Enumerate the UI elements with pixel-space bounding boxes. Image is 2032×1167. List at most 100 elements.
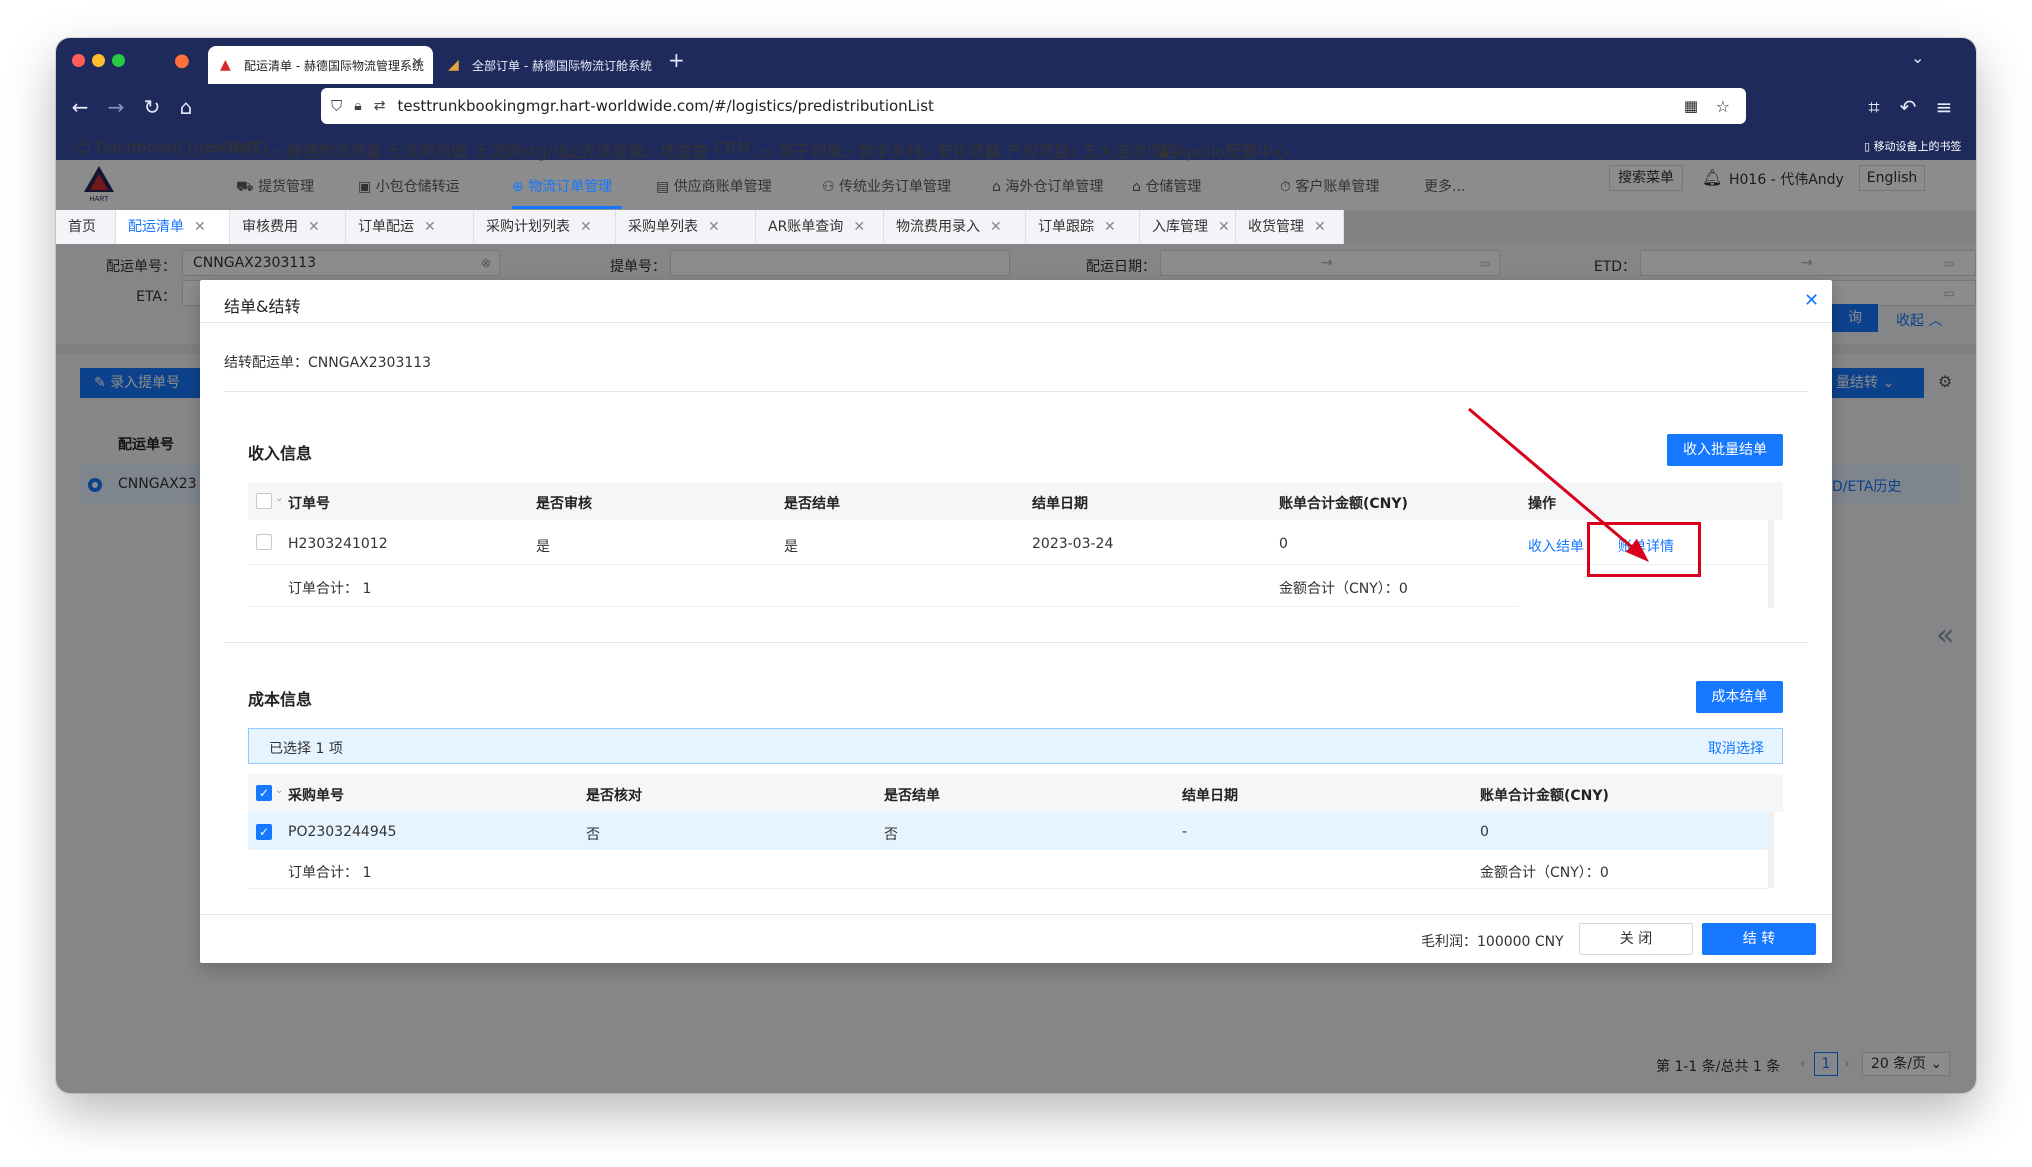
menu-item-label: 物流订单管理 [528,179,613,195]
bookmark-star-icon[interactable]: ☆ [1716,97,1730,116]
menu-item[interactable]: ⊕ 物流订单管理 [512,176,612,196]
url-bar[interactable]: ⛉ 🔒︎ ⇄ testtrunkbookingmgr.hart-worldwid… [321,88,1746,124]
menu-item[interactable]: 更多... [1424,176,1465,196]
income-order-total: 订单合计： 1 [288,578,371,598]
income-col-closed: 是否结单 [784,496,840,512]
page-tab[interactable]: 收货管理 ✕ [1236,210,1344,244]
page-tab[interactable]: 订单跟踪 ✕ [1026,210,1140,244]
close-tab-icon[interactable]: ✕ [411,55,423,71]
cost-col-po-no: 采购单号 [288,788,344,804]
income-select-all-checkbox[interactable] [256,493,272,509]
new-tab-icon[interactable]: + [668,48,685,72]
transfer-button[interactable]: 结 转 [1702,923,1816,955]
page-tab[interactable]: 审核费用 ✕ [230,210,346,244]
url-text[interactable]: testtrunkbookingmgr.hart-worldwide.com/#… [397,97,933,115]
home-icon: ⌂ [992,179,1006,195]
menu-icon[interactable]: ≡ [1932,96,1956,118]
page-tab-label: AR账单查询 [768,219,844,235]
close-tab-icon[interactable]: ✕ [424,219,436,235]
income-col-audited: 是否审核 [536,496,592,512]
amount-total-label: 金额合计（CNY）： [1480,865,1600,881]
page-tab[interactable]: 采购单列表 ✕ [616,210,756,244]
bookmark-item[interactable]: ▭ CRM [694,138,750,157]
bookmark-label: 产权项目 [1006,142,1071,161]
bookmark-item[interactable]: ▭ 土流网测试 [366,138,466,162]
undo-icon[interactable]: ↶ [1896,96,1920,118]
bookmark-item[interactable]: ▭ 赫德物流项目 [266,138,382,162]
org-icon: ⚇ [822,179,840,195]
menu-item-label: 供应商账单管理 [673,179,772,195]
bookmark-item[interactable]: ♟ Apollo配置中心 [1156,138,1289,162]
home-icon[interactable]: ⌂ [174,96,198,118]
cost-scrollbar[interactable] [1768,812,1774,888]
table-row[interactable] [248,812,1768,850]
reload-icon[interactable]: ↻ [140,96,164,118]
bookmark-item[interactable]: ▭ TAPD [206,138,268,157]
cost-row-checkbox[interactable]: ✓ [256,824,272,840]
page-tab[interactable]: AR账单查询 ✕ [756,210,884,244]
chevron-down-icon[interactable]: ⌄ [275,785,283,796]
close-tab-icon[interactable]: ✕ [853,219,865,235]
page-tab[interactable]: 订单配运 ✕ [346,210,474,244]
minimize-window-button[interactable] [92,54,105,67]
bookmark-item[interactable]: ▭ 农场管家 [560,138,644,162]
cost-select-all-checkbox[interactable]: ✓ [256,785,272,801]
cost-section-title: 成本信息 [248,690,313,709]
close-tab-icon[interactable]: ✕ [194,219,206,235]
selected-suffix: 项 [328,741,343,757]
selection-alert [248,728,1783,764]
close-button[interactable]: 关 闭 [1579,923,1693,955]
close-tab-icon[interactable]: ✕ [1314,219,1326,235]
menu-item[interactable]: ⏱ 客户账单管理 [1280,176,1379,196]
summary-divider [248,606,1518,607]
modal-close-icon[interactable]: ✕ [1804,290,1819,311]
modal-header-divider [200,322,1832,323]
bookmark-item[interactable]: ▭ 数字乡村 [838,138,922,162]
income-col-amount: 账单合计金额(CNY) [1279,496,1408,512]
browser-tab-active[interactable]: ▲ 配运清单 - 赫德国际物流管理系统 ✕ [208,46,433,84]
close-tab-icon[interactable]: ✕ [990,219,1002,235]
close-tab-icon[interactable]: ✕ [1104,219,1116,235]
page-tab[interactable]: 配运清单 ✕ [116,210,230,244]
page-tab[interactable]: 入库管理 ✕ [1140,210,1236,244]
menu-item[interactable]: ⌂ 仓储管理 [1132,176,1201,196]
close-tab-icon[interactable]: ✕ [1218,219,1230,235]
close-tab-icon[interactable]: ✕ [308,219,320,235]
page-tab[interactable]: 采购计划列表 ✕ [474,210,616,244]
menu-item[interactable]: ⌂ 海外仓订单管理 [992,176,1103,196]
box-icon: ▣ [358,179,376,195]
qr-code-icon[interactable]: ▦ [1684,97,1698,115]
close-tab-icon[interactable]: ✕ [580,219,592,235]
page-tab-label: 审核费用 [242,219,298,235]
menu-item[interactable]: ▤ 供应商账单管理 [656,176,772,196]
back-icon[interactable]: ← [68,96,92,118]
zoom-window-button[interactable] [112,54,125,67]
cost-close-button[interactable]: 成本结单 [1696,681,1783,713]
mobile-bookmarks[interactable]: ▯ 移动设备上的书签 [1864,138,1962,154]
browser-tab-inactive[interactable]: ◢ 全部订单 - 赫德国际物流订舱系统 [436,46,661,84]
menu-item[interactable]: ▣ 小包仓储转运 [358,176,460,196]
modal-title: 结单&结转 [224,297,301,316]
mobile-bookmarks-label: 移动设备上的书签 [1873,140,1962,153]
firefox-icon[interactable]: ● [174,50,190,71]
bookmark-item[interactable]: ▭ 燕子到家 [758,138,842,162]
bookmark-label: TAPD [226,138,268,157]
close-tab-icon[interactable]: ✕ [708,219,720,235]
page-tab[interactable]: 首页 [56,210,116,244]
menu-item[interactable]: ⚇ 传统业务订单管理 [822,176,951,196]
screenshot-icon[interactable]: ⌗ [1862,96,1886,118]
gross-profit-value: 100000 CNY [1477,934,1564,950]
tab-list-chevron-icon[interactable]: ⌄ [1911,48,1924,67]
folder-icon: ▭ [1062,142,1083,161]
income-row-checkbox[interactable] [256,534,272,550]
truck-icon: ⛟ [236,179,259,195]
forward-icon[interactable]: → [104,96,128,118]
page-tab[interactable]: 物流费用录入 ✕ [884,210,1026,244]
cancel-selection-link[interactable]: 取消选择 [1708,738,1764,758]
chevron-down-icon[interactable]: ⌄ [275,493,283,504]
hart-favicon-icon: ▲ [220,57,231,73]
close-window-button[interactable] [72,54,85,67]
bookmark-item[interactable]: ▭ 产权项目 [986,138,1070,162]
menu-item[interactable]: ⛟ 提货管理 [236,176,314,197]
section-divider [224,642,1808,643]
